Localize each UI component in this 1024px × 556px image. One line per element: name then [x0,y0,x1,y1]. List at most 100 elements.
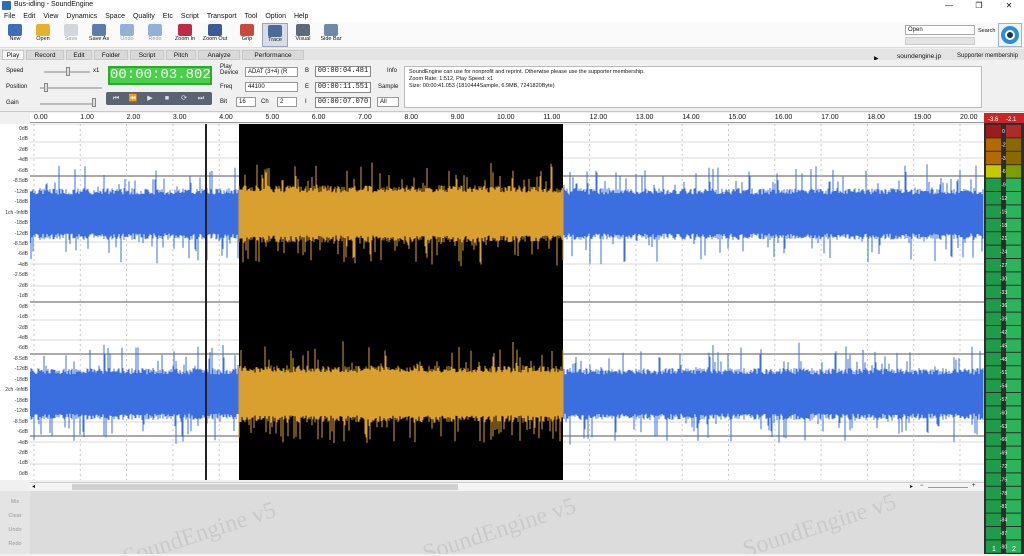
waveform-area[interactable] [30,124,984,480]
zoom-minus-icon[interactable]: − [920,483,924,489]
ruler-tick-label: 5.00 [265,114,280,121]
meter-scale-label: -90 [1000,544,1007,550]
side-button-undo[interactable]: Undo [0,527,30,533]
scroll-right-icon[interactable]: ▸ [910,483,913,490]
meter-segment-left [986,151,1001,165]
rewind-icon[interactable]: ⏪ [127,94,139,103]
meter-scale-label: -51 [1000,370,1007,376]
site-link[interactable]: soundengine.jp [897,53,941,60]
save-as-button[interactable]: Save As [86,23,112,47]
end-time-field[interactable]: 00:00:11.551 [315,82,371,93]
position-slider-thumb[interactable] [44,83,48,92]
grip-button[interactable]: Grip [234,23,260,47]
menu-transport[interactable]: Transport [203,11,241,22]
scroll-left-icon[interactable]: ◂ [32,483,35,490]
zoom-plus-icon[interactable]: + [972,483,976,489]
freq-select[interactable]: 44100 [245,82,298,92]
tab-analyze[interactable]: Analyze [198,50,240,60]
side-button-redo[interactable]: Redo [0,541,30,547]
scrollbar-thumb[interactable] [72,484,458,490]
close-icon[interactable]: ✕ [994,0,1024,11]
db-scale: 0dB -1dB -2dB -4dB -6dB -8.5dB -12dB -18dB 1ch -… [0,124,30,480]
toolbar-button-label: Redo [148,36,162,42]
menu-tool[interactable]: Tool [241,11,262,22]
waveform-canvas[interactable] [30,124,984,480]
meter-segment-left [986,366,1001,379]
undo-button[interactable]: Undo [114,23,140,47]
play-device-select[interactable]: ADAT (3+4) (R [245,67,298,77]
redo-button[interactable]: Redo [142,23,168,47]
menu-view[interactable]: View [39,11,62,22]
open-button[interactable]: Open [30,23,56,47]
side-bar-button[interactable]: Side Bar [318,23,344,47]
ruler-tick-label: 19.00 [913,114,932,121]
menu-dynamics[interactable]: Dynamics [62,11,101,22]
skip-forward-icon[interactable]: ⏭ [195,94,207,103]
meter-segment-right [1006,245,1021,258]
save-icon [64,24,78,36]
maximize-icon[interactable]: ❐ [964,0,994,11]
ruler-tick-label: 1.00 [80,114,94,121]
meter-segment-right [1006,527,1021,540]
tab-folder[interactable]: Folder [94,50,128,60]
speed-slider-thumb[interactable] [66,67,70,76]
soundengine-logo-icon [1001,26,1019,44]
interval-time-field[interactable]: 00:00:07.070 [315,97,371,108]
logo-button[interactable] [998,23,1022,47]
begin-label: B [305,68,310,74]
stop-icon[interactable]: ■ [161,94,173,103]
menu-quality[interactable]: Quality [129,11,159,22]
position-slider[interactable] [40,87,102,89]
side-button-column: Mix Clear Undo Redo [0,491,30,554]
tab-performance[interactable]: Performance [242,50,304,60]
menu-etc[interactable]: Etc [159,11,177,22]
gain-slider-thumb[interactable] [92,98,96,107]
toolbar: New Open Save Save As Undo Redo Zoom In Zoom Ou… [0,22,1024,48]
redo-icon [148,24,162,36]
gain-slider[interactable] [40,103,96,105]
tab-play[interactable]: Play [2,50,24,60]
save-button[interactable]: Save [58,23,84,47]
unit-select[interactable]: All [377,97,399,107]
meter-segment-right [1006,379,1021,392]
horizontal-scrollbar[interactable]: ◂ ▸ − + [30,482,984,491]
side-button-mix[interactable]: Mix [0,499,30,505]
begin-time-field[interactable]: 00:00:04.481 [315,66,371,77]
menu-script[interactable]: Script [177,11,203,22]
tab-edit[interactable]: Edit [66,50,92,60]
visual-button[interactable]: Visual [290,23,316,47]
db-label: -12dB [14,408,28,415]
trace-button[interactable]: Trace [262,23,288,47]
membership-link[interactable]: Supporter membership [957,53,1018,59]
db-label: 0dB [19,470,28,477]
meter-segment-left [986,245,1001,258]
tab-pitch[interactable]: Pitch [166,50,196,60]
meter-scale-label: -33 [1000,290,1007,296]
search-input[interactable]: Open [905,25,975,35]
menu-space[interactable]: Space [101,11,129,22]
minimize-icon[interactable]: — [934,0,964,11]
loop-icon[interactable]: ⟳ [178,94,190,103]
menu-help[interactable]: Help [290,11,312,22]
meter-scale-label: -21 [1000,236,1007,242]
time-ruler[interactable]: 0.00 1.00 2.00 3.00 4.00 5.00 6.00 7.00 8.00 9.00… [30,113,984,123]
menu-file[interactable]: File [0,11,19,22]
db-label: -2dB [17,324,28,331]
meter-scale-label: -87 [1000,531,1007,537]
bit-select[interactable]: 16 [236,97,256,107]
zoom-out-button[interactable]: Zoom Out [202,23,228,47]
ch-select[interactable]: 2 [277,97,297,107]
zoom-slider[interactable] [928,487,968,488]
play-icon[interactable]: ▶ [144,94,156,103]
side-button-clear[interactable]: Clear [0,513,30,519]
menu-edit[interactable]: Edit [19,11,39,22]
new-button[interactable]: New [2,23,28,47]
tab-script[interactable]: Script [130,50,164,60]
tab-record[interactable]: Record [26,50,64,60]
meter-segment-left [986,379,1001,392]
meter-segment-right [1006,446,1021,459]
db-label: -1dB [17,293,28,300]
zoom-in-button[interactable]: Zoom In [172,23,198,47]
skip-back-icon[interactable]: ⏮ [110,94,122,103]
menu-option[interactable]: Option [261,11,290,22]
